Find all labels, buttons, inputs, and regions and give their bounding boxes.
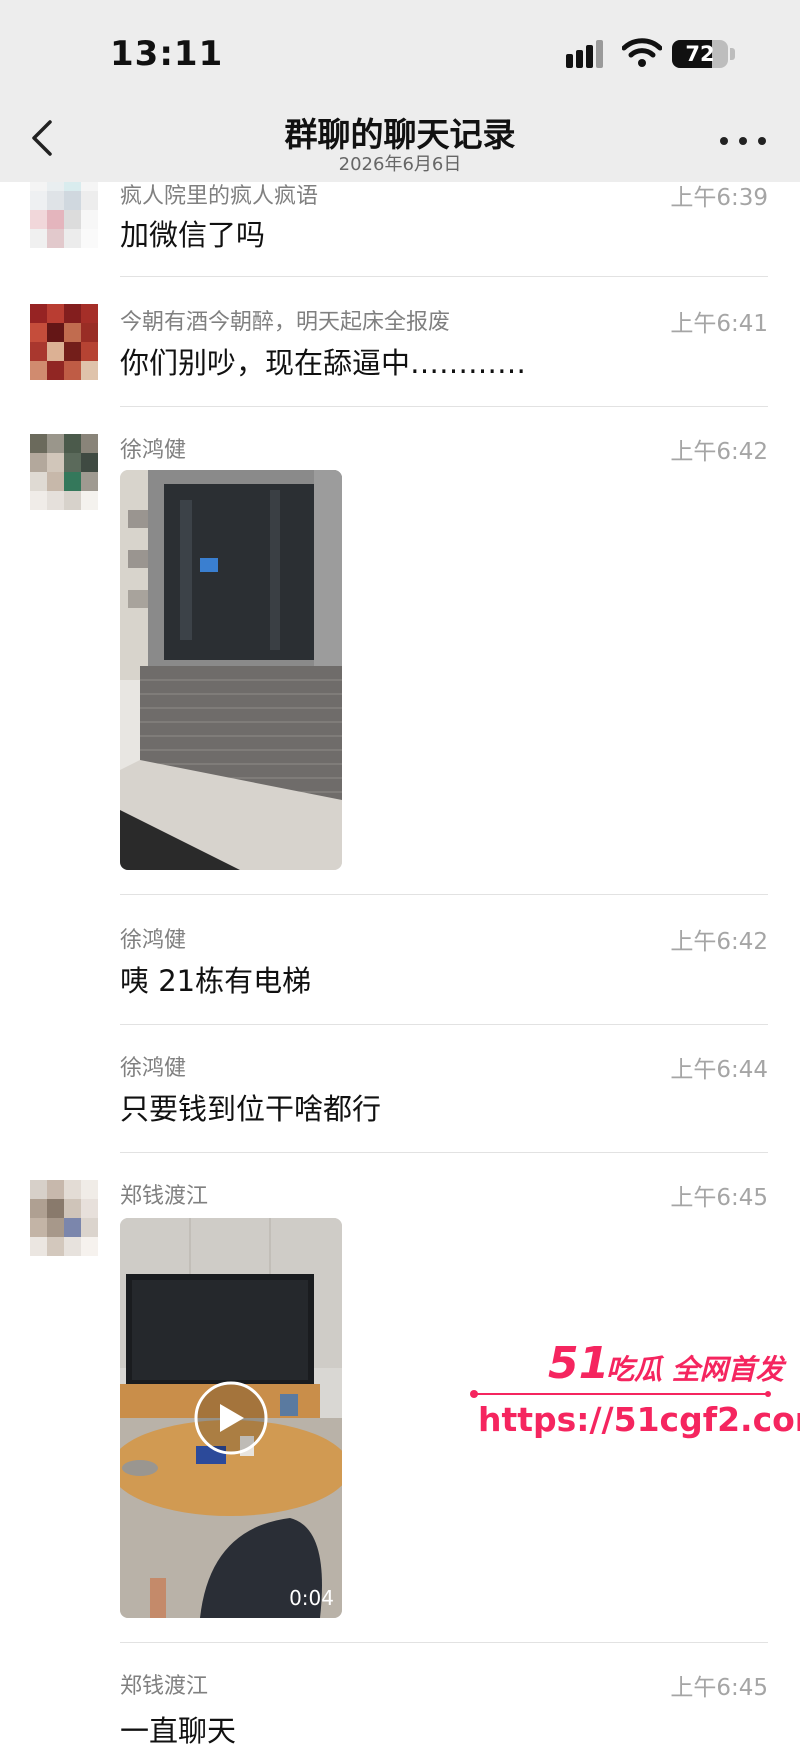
page-subtitle: 2026年6月6日 (338, 154, 462, 175)
sender-name: 今朝有酒今朝醉，明天起床全报废 (120, 310, 451, 335)
message-text: 你们别吵，现在舔逼中………… (120, 346, 527, 380)
divider (120, 406, 768, 407)
message-item[interactable]: 郑钱渡江 上午6:45 一直聊天 (0, 1668, 800, 1748)
watermark-number: 51 (548, 1338, 610, 1389)
status-bar: 13:11 72 (0, 0, 800, 98)
watermark-title: 吃瓜 全网首发 (606, 1353, 784, 1386)
message-text: 一直聊天 (120, 1714, 237, 1748)
message-time: 上午6:42 (670, 439, 768, 465)
message-text: 咦 21栋有电梯 (120, 964, 312, 998)
divider (120, 894, 768, 895)
battery-label: 72 (685, 42, 715, 66)
divider (120, 1024, 768, 1025)
message-time: 上午6:41 (670, 311, 768, 337)
watermark-url: https://51cgf2.com (478, 1400, 800, 1439)
sender-name: 徐鸿健 (120, 438, 187, 463)
message-time: 上午6:42 (670, 929, 768, 955)
avatar[interactable] (30, 1180, 98, 1256)
sender-name: 徐鸿健 (120, 1056, 187, 1081)
battery-icon: 72 (672, 40, 728, 68)
wifi-icon (622, 38, 662, 67)
play-icon[interactable] (196, 1383, 266, 1453)
message-time: 上午6:45 (670, 1675, 768, 1701)
avatar[interactable] (30, 304, 98, 380)
battery-tip (730, 48, 735, 60)
status-time: 13:11 (110, 34, 224, 74)
message-text: 只要钱到位干啥都行 (120, 1092, 382, 1126)
message-item[interactable]: 徐鸿健 上午6:44 只要钱到位干啥都行 (0, 1050, 800, 1154)
avatar[interactable] (30, 434, 98, 510)
cellular-signal-icon (566, 40, 612, 68)
divider (120, 276, 768, 277)
message-item[interactable]: 今朝有酒今朝醉，明天起床全报废 上午6:41 你们别吵，现在舔逼中………… (0, 304, 800, 408)
watermark-line (470, 1390, 771, 1398)
sender-name: 疯人院里的疯人疯语 (120, 184, 319, 209)
message-time: 上午6:44 (670, 1057, 768, 1083)
sender-name: 郑钱渡江 (120, 1184, 209, 1209)
message-time: 上午6:39 (670, 185, 768, 211)
message-text: 加微信了吗 (120, 218, 266, 252)
more-options-button[interactable] (718, 128, 768, 152)
divider (120, 1152, 768, 1153)
message-item[interactable]: 疯人院里的疯人疯语 上午6:39 加微信了吗 (0, 172, 800, 280)
video-duration: 0:04 (289, 1586, 334, 1610)
building-photo (120, 470, 342, 870)
image-attachment[interactable] (120, 470, 342, 870)
page-title: 群聊的聊天记录 (284, 115, 516, 154)
watermark: 51 吃瓜 全网首发 https://51cgf2.com (468, 1338, 800, 1448)
sender-name: 郑钱渡江 (120, 1674, 209, 1699)
message-time: 上午6:45 (670, 1185, 768, 1211)
avatar[interactable] (30, 172, 98, 248)
message-item[interactable]: 徐鸿健 上午6:42 (0, 432, 800, 896)
video-attachment[interactable]: 0:04 (120, 1218, 342, 1618)
sender-name: 徐鸿健 (120, 928, 187, 953)
message-item[interactable]: 徐鸿健 上午6:42 咦 21栋有电梯 (0, 922, 800, 1026)
divider (120, 1642, 768, 1643)
navigation-bar: 群聊的聊天记录 2026年6月6日 (0, 98, 800, 182)
